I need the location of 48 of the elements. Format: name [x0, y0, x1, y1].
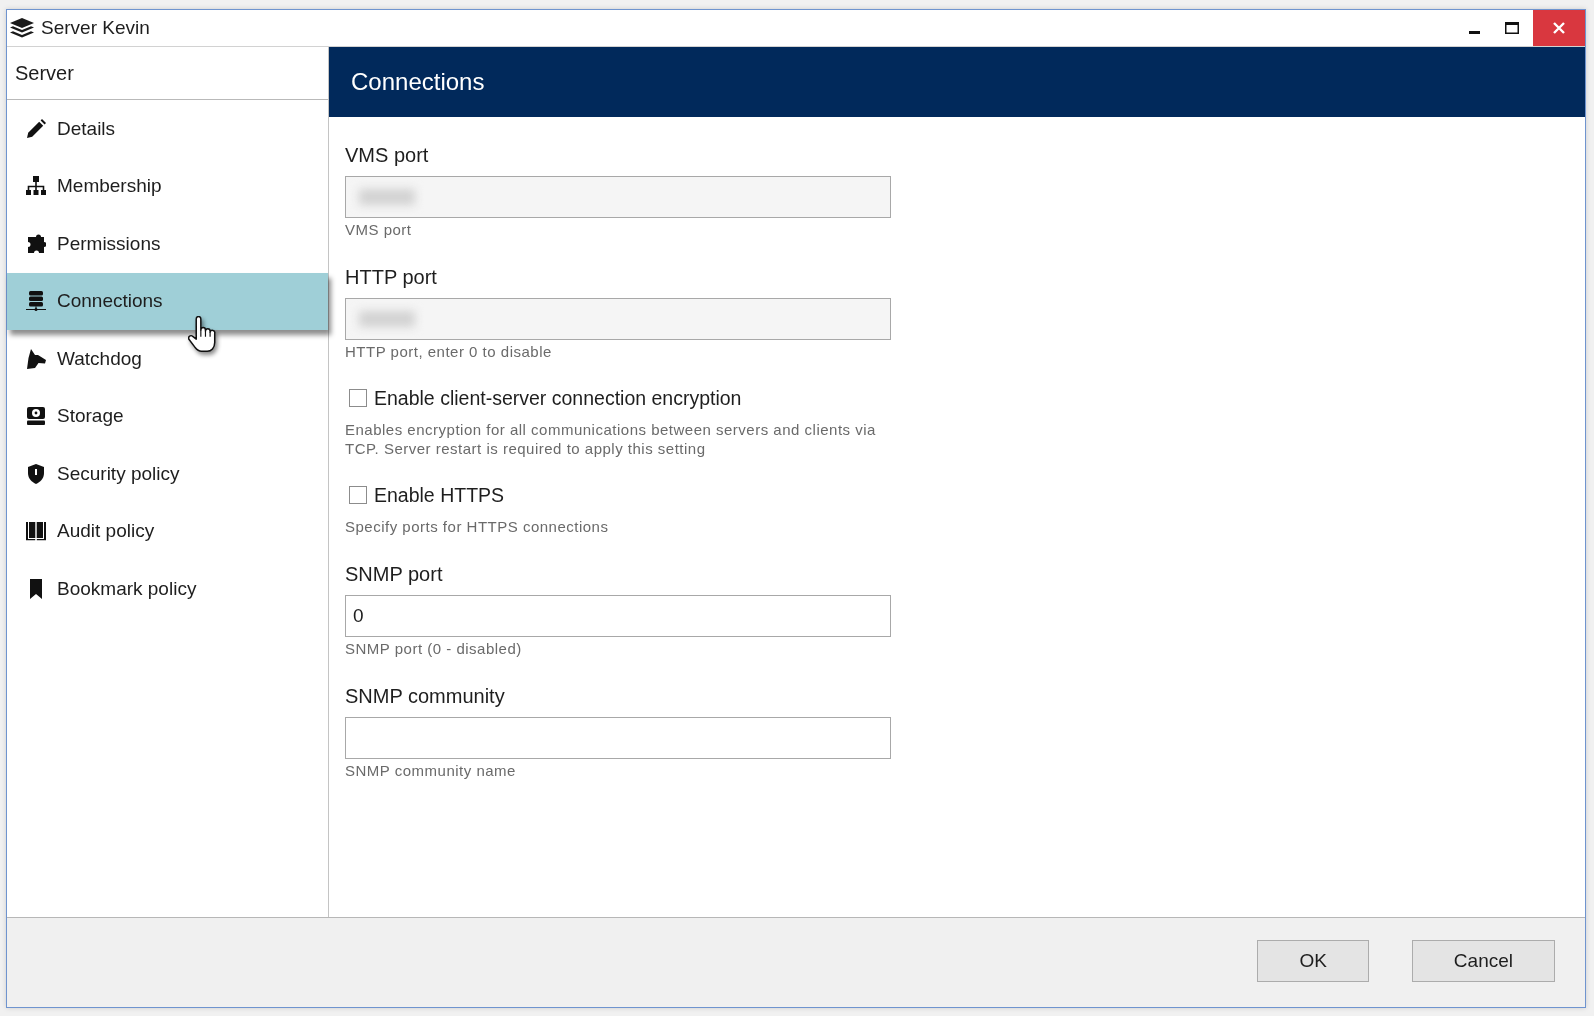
close-button[interactable] [1533, 10, 1585, 46]
puzzle-piece-icon [26, 233, 46, 254]
description-text: Specify ports for HTTPS connections [345, 517, 610, 536]
hint-text: VMS port [345, 221, 412, 239]
book-icon [26, 521, 46, 542]
hint-text: SNMP community name [345, 762, 516, 780]
close-icon [1553, 22, 1565, 34]
sidebar-item[interactable]: Bookmark policy [7, 560, 328, 618]
org-chart-icon [26, 176, 46, 197]
dialog-button[interactable]: OK [1257, 940, 1369, 982]
sidebar-item[interactable]: Audit policy [7, 502, 328, 560]
hard-drive-icon [26, 406, 46, 427]
sidebar-item[interactable]: Details [7, 100, 328, 158]
dialog-button[interactable]: Cancel [1411, 940, 1555, 982]
input-field[interactable] [345, 717, 891, 759]
blurred-value [359, 311, 415, 327]
hand-cursor-icon [188, 316, 216, 353]
blurred-value [359, 189, 415, 205]
field-label: HTTP port [345, 265, 437, 289]
checkbox-label[interactable]: Enable HTTPS [374, 483, 505, 507]
input-field[interactable] [345, 176, 891, 218]
field-label: SNMP port [345, 562, 443, 586]
panel-title: Connections [351, 68, 485, 96]
pencil-icon [26, 118, 46, 139]
hint-text: HTTP port, enter 0 to disable [345, 343, 552, 361]
checkbox[interactable] [349, 486, 367, 504]
minimize-icon [1468, 30, 1480, 34]
sidebar-item[interactable]: Storage [7, 387, 328, 445]
description-text: Enables encryption for all communications between servers and clients via TCP. Server restart is required to apply this setting [345, 420, 877, 458]
sidebar-item[interactable]: Security policy [7, 445, 328, 503]
checkbox[interactable] [349, 389, 367, 407]
hint-text: SNMP port (0 - disabled) [345, 640, 522, 658]
checkbox-label[interactable]: Enable client-server connection encryption [374, 386, 742, 410]
maximize-icon [1505, 22, 1519, 34]
input-field[interactable]: 0 [345, 595, 891, 637]
sidebar-item[interactable]: Membership [7, 157, 328, 215]
field-label: SNMP community [345, 684, 505, 708]
sidebar-item[interactable]: Connections [7, 272, 328, 330]
sidebar-header: Server [7, 47, 328, 100]
window-title: Server Kevin [41, 17, 150, 39]
field-label: VMS port [345, 143, 429, 167]
dog-head-icon [26, 348, 46, 369]
input-field[interactable] [345, 298, 891, 340]
shield-icon [26, 463, 46, 484]
sidebar-item[interactable]: Permissions [7, 215, 328, 273]
layers-icon [10, 18, 34, 38]
server-stack-icon [26, 291, 46, 312]
sidebar-item[interactable]: Watchdog [7, 330, 328, 388]
